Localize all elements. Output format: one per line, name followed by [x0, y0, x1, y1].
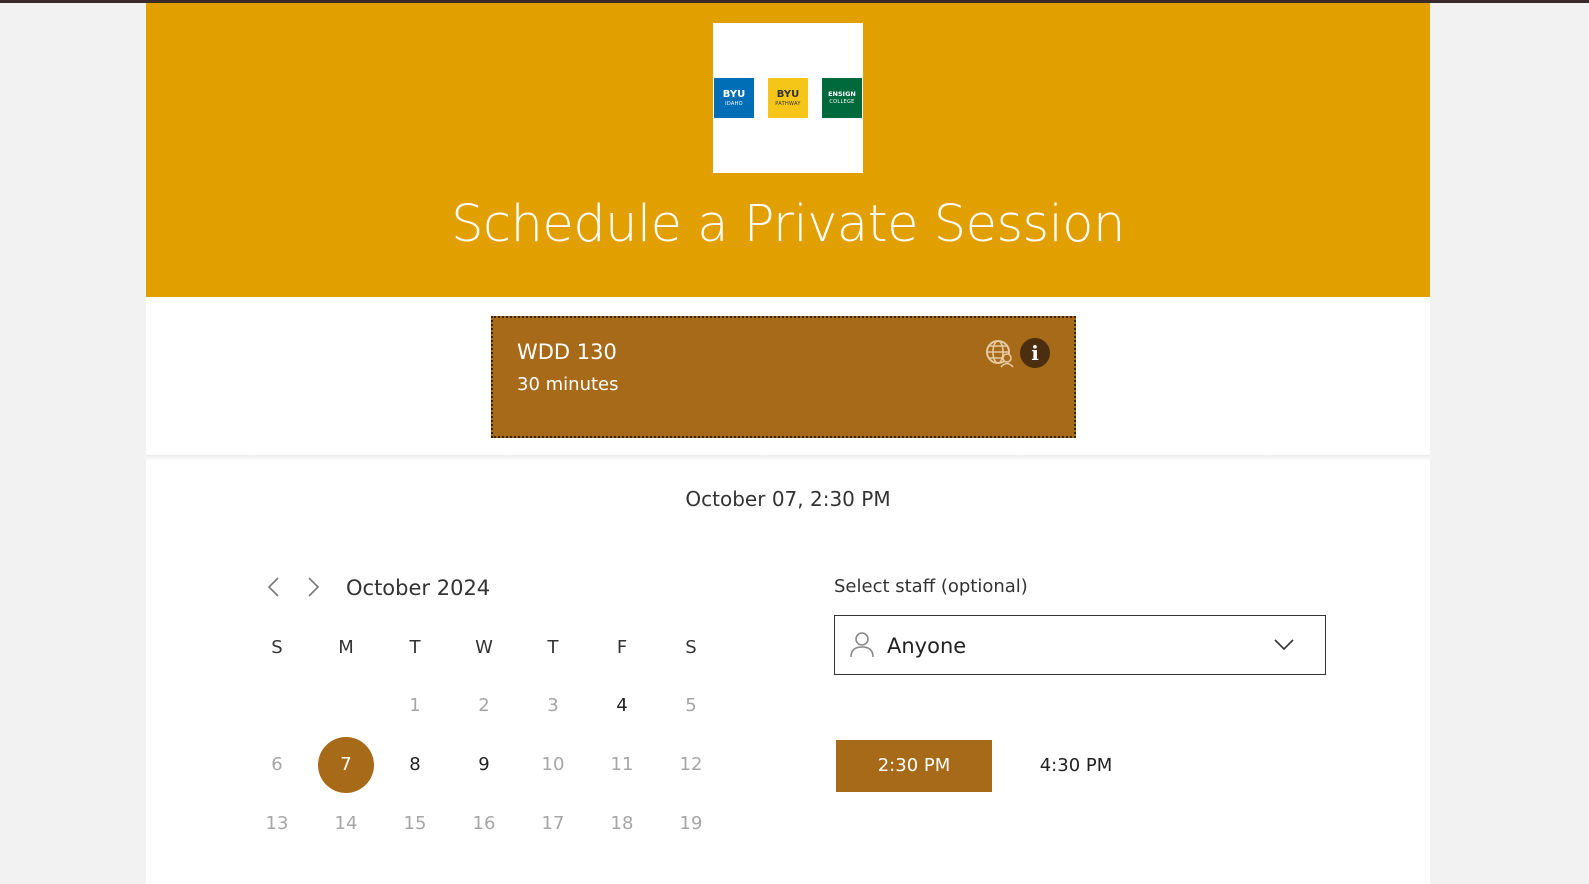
- selected-datetime: October 07, 2:30 PM: [685, 487, 891, 511]
- booking-page: BYU IDAHO BYU PATHWAY ENSIGN COLLEGE Sch…: [146, 3, 1430, 884]
- calendar-weekday-header: S: [685, 637, 697, 658]
- calendar-weekday-header: M: [338, 637, 354, 658]
- logo-subtext: PATHWAY: [775, 100, 801, 107]
- calendar-day: 15: [403, 813, 427, 834]
- calendar-weekday-header: T: [547, 637, 559, 658]
- header-banner: BYU IDAHO BYU PATHWAY ENSIGN COLLEGE Sch…: [146, 3, 1430, 297]
- ensign-college-logo: ENSIGN COLLEGE: [822, 78, 862, 118]
- chevron-right-icon[interactable]: [301, 573, 325, 601]
- calendar-day: 10: [541, 754, 565, 775]
- calendar-day[interactable]: 8: [387, 737, 443, 793]
- page-title: Schedule a Private Session: [451, 195, 1125, 254]
- calendar-day: 6: [271, 754, 283, 775]
- service-name: WDD 130: [517, 340, 617, 364]
- calendar-day: 5: [685, 695, 697, 716]
- logo-subtext: IDAHO: [725, 100, 743, 107]
- byu-pathway-logo: BYU PATHWAY: [768, 78, 808, 118]
- institution-logo: BYU IDAHO BYU PATHWAY ENSIGN COLLEGE: [713, 23, 863, 173]
- calendar-day-selected[interactable]: 7: [318, 737, 374, 793]
- logo-text: BYU: [776, 88, 800, 100]
- calendar-weekday-header: W: [475, 637, 493, 658]
- logo-text: ENSIGN: [828, 90, 856, 99]
- staff-selected-value: Anyone: [887, 634, 967, 658]
- time-slot-selected[interactable]: 2:30 PM: [836, 740, 992, 792]
- calendar-day: 16: [472, 813, 496, 834]
- person-icon: [850, 632, 874, 658]
- calendar-weekday-header: T: [409, 637, 421, 658]
- globe-person-icon[interactable]: [985, 338, 1015, 368]
- calendar-day[interactable]: 9: [456, 737, 512, 793]
- calendar-weekday-header: S: [271, 637, 283, 658]
- calendar-day: 12: [679, 754, 703, 775]
- calendar-weekday-header: F: [616, 637, 628, 658]
- chevron-left-icon[interactable]: [262, 573, 286, 601]
- service-card[interactable]: WDD 130 30 minutes i: [491, 316, 1076, 438]
- calendar-day: 3: [547, 695, 559, 716]
- calendar-month-label: October 2024: [346, 576, 491, 600]
- staff-dropdown[interactable]: Anyone: [834, 615, 1326, 675]
- time-slot[interactable]: 4:30 PM: [998, 740, 1154, 792]
- chevron-down-icon: [1274, 639, 1294, 651]
- calendar-day: 13: [265, 813, 289, 834]
- calendar-day: 14: [334, 813, 358, 834]
- section-divider: [146, 455, 1430, 461]
- staff-select-label: Select staff (optional): [834, 576, 1028, 597]
- logo-text: BYU: [722, 88, 746, 100]
- calendar-day: 18: [610, 813, 634, 834]
- service-duration: 30 minutes: [517, 374, 619, 395]
- logo-subtext: COLLEGE: [829, 98, 855, 105]
- byu-idaho-logo: BYU IDAHO: [714, 78, 754, 118]
- calendar-day: 2: [478, 695, 490, 716]
- calendar-day[interactable]: 4: [594, 678, 650, 734]
- calendar-day: 11: [610, 754, 634, 775]
- calendar-day: 17: [541, 813, 565, 834]
- calendar-day: 1: [409, 695, 421, 716]
- calendar-day: 19: [679, 813, 703, 834]
- info-icon[interactable]: i: [1020, 338, 1050, 368]
